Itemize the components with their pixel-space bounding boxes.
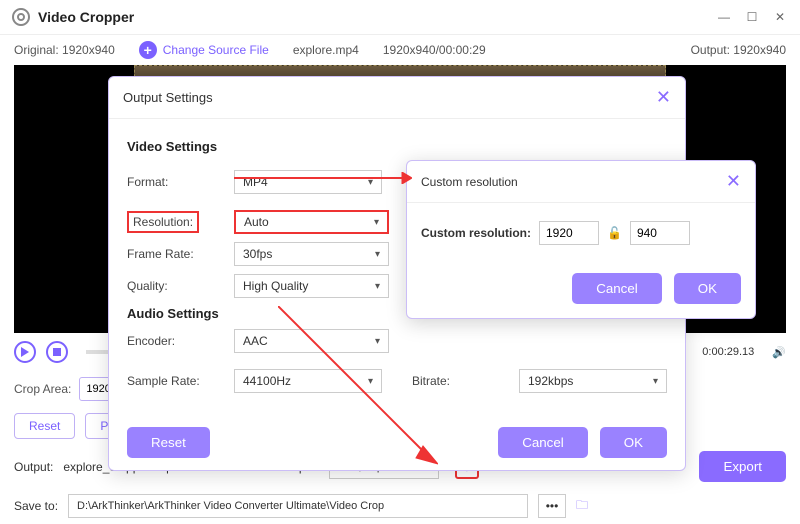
- info-bar: Original: 1920x940 + Change Source File …: [0, 35, 800, 65]
- custom-width-input[interactable]: [539, 221, 599, 245]
- resolution-label: Resolution:: [127, 211, 222, 233]
- resolution-select[interactable]: Auto▾: [234, 210, 389, 234]
- framerate-label: Frame Rate:: [127, 247, 222, 261]
- quality-label: Quality:: [127, 279, 222, 293]
- output-size-label: Output: 1920x940: [691, 43, 786, 57]
- unlock-aspect-icon[interactable]: 🔓: [607, 226, 622, 240]
- custom-resolution-label: Custom resolution:: [421, 226, 531, 240]
- maximize-button[interactable]: ☐: [744, 9, 760, 25]
- app-title: Video Cropper: [38, 9, 134, 25]
- app-logo-icon: [12, 8, 30, 26]
- original-size-label: Original: 1920x940: [14, 43, 115, 57]
- browse-more-button[interactable]: •••: [538, 494, 566, 518]
- volume-icon[interactable]: 🔊: [772, 346, 786, 359]
- custom-resolution-popup: Custom resolution ✕ Custom resolution: 🔓…: [406, 160, 756, 319]
- file-name: explore.mp4: [293, 43, 359, 57]
- export-button[interactable]: Export: [699, 451, 786, 482]
- custom-height-input[interactable]: [630, 221, 690, 245]
- sample-rate-label: Sample Rate:: [127, 374, 222, 388]
- play-button[interactable]: [14, 341, 36, 363]
- title-bar: Video Cropper — ☐ ✕: [0, 0, 800, 35]
- save-path-field[interactable]: D:\ArkThinker\ArkThinker Video Converter…: [68, 494, 528, 518]
- sample-rate-select[interactable]: 44100Hz▾: [234, 369, 382, 393]
- dialog-title: Output Settings: [123, 90, 213, 105]
- popup-close-icon[interactable]: ✕: [726, 171, 741, 192]
- chevron-down-icon: ▾: [653, 376, 658, 387]
- close-window-button[interactable]: ✕: [772, 9, 788, 25]
- popup-ok-button[interactable]: OK: [674, 273, 741, 304]
- plus-icon: +: [139, 41, 157, 59]
- popup-title: Custom resolution: [421, 175, 518, 189]
- dialog-reset-button[interactable]: Reset: [127, 427, 210, 458]
- chevron-down-icon: ▾: [375, 249, 380, 260]
- dialog-ok-button[interactable]: OK: [600, 427, 667, 458]
- minimize-button[interactable]: —: [716, 9, 732, 25]
- reset-button[interactable]: Reset: [14, 413, 75, 439]
- dialog-cancel-button[interactable]: Cancel: [498, 427, 588, 458]
- change-source-button[interactable]: + Change Source File: [139, 41, 269, 59]
- chevron-down-icon: ▾: [368, 376, 373, 387]
- audio-encoder-select[interactable]: AAC▾: [234, 329, 389, 353]
- popup-cancel-button[interactable]: Cancel: [572, 273, 662, 304]
- bitrate-label: Bitrate:: [412, 374, 507, 388]
- video-settings-heading: Video Settings: [127, 139, 667, 154]
- chevron-down-icon: ▾: [368, 177, 373, 188]
- save-to-label: Save to:: [14, 499, 58, 513]
- stop-button[interactable]: [46, 341, 68, 363]
- crop-area-label: Crop Area:: [14, 382, 71, 396]
- format-label: Format:: [127, 175, 222, 189]
- chevron-down-icon: ▾: [375, 281, 380, 292]
- playhead-info: 1920x940/00:00:29: [383, 43, 486, 57]
- format-select[interactable]: MP4▾: [234, 170, 382, 194]
- save-row: Save to: D:\ArkThinker\ArkThinker Video …: [0, 488, 800, 524]
- open-folder-icon[interactable]: 🗀: [576, 496, 588, 517]
- output-file-label: Output:: [14, 460, 53, 474]
- dialog-close-icon[interactable]: ✕: [656, 87, 671, 108]
- audio-encoder-label: Encoder:: [127, 334, 222, 348]
- bitrate-select[interactable]: 192kbps▾: [519, 369, 667, 393]
- quality-select[interactable]: High Quality▾: [234, 274, 389, 298]
- time-total: 0:00:29.13: [702, 346, 754, 358]
- chevron-down-icon: ▾: [374, 217, 379, 228]
- chevron-down-icon: ▾: [375, 336, 380, 347]
- framerate-select[interactable]: 30fps▾: [234, 242, 389, 266]
